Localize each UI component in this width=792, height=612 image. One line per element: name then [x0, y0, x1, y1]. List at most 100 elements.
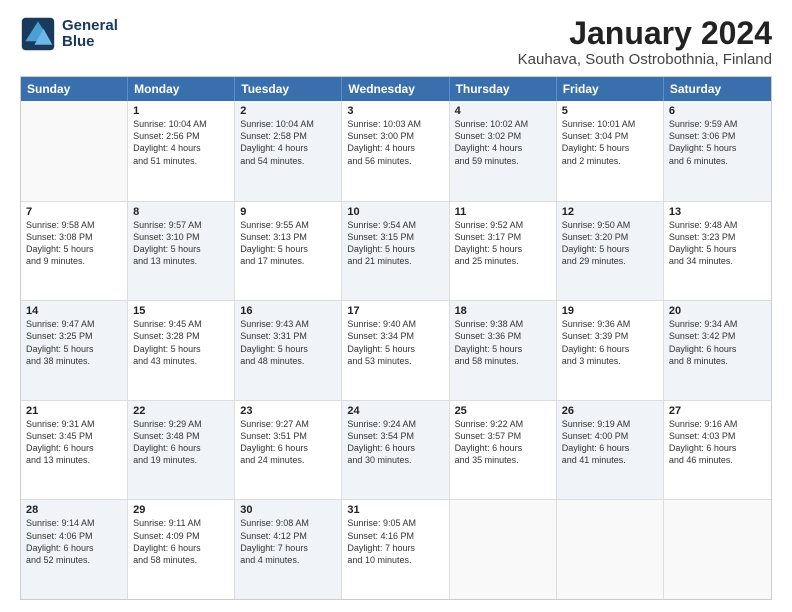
day-number: 10: [347, 206, 443, 218]
header-day-saturday: Saturday: [664, 77, 771, 101]
day-number: 16: [240, 305, 336, 317]
header-day-friday: Friday: [557, 77, 664, 101]
cell-info: Sunrise: 10:04 AM Sunset: 2:58 PM Daylig…: [240, 118, 336, 167]
calendar-cell: 12Sunrise: 9:50 AM Sunset: 3:20 PM Dayli…: [557, 202, 664, 301]
cell-info: Sunrise: 9:45 AM Sunset: 3:28 PM Dayligh…: [133, 318, 229, 367]
calendar-cell: 21Sunrise: 9:31 AM Sunset: 3:45 PM Dayli…: [21, 401, 128, 500]
calendar-cell: 15Sunrise: 9:45 AM Sunset: 3:28 PM Dayli…: [128, 301, 235, 400]
calendar-cell: [557, 500, 664, 599]
cell-info: Sunrise: 9:16 AM Sunset: 4:03 PM Dayligh…: [669, 418, 766, 467]
header-day-tuesday: Tuesday: [235, 77, 342, 101]
calendar-cell: 14Sunrise: 9:47 AM Sunset: 3:25 PM Dayli…: [21, 301, 128, 400]
cell-info: Sunrise: 9:27 AM Sunset: 3:51 PM Dayligh…: [240, 418, 336, 467]
calendar-row-0: 1Sunrise: 10:04 AM Sunset: 2:56 PM Dayli…: [21, 101, 771, 201]
cell-info: Sunrise: 9:54 AM Sunset: 3:15 PM Dayligh…: [347, 219, 443, 268]
day-number: 8: [133, 206, 229, 218]
day-number: 5: [562, 105, 658, 117]
cell-info: Sunrise: 9:29 AM Sunset: 3:48 PM Dayligh…: [133, 418, 229, 467]
cell-info: Sunrise: 10:04 AM Sunset: 2:56 PM Daylig…: [133, 118, 229, 167]
cell-info: Sunrise: 9:57 AM Sunset: 3:10 PM Dayligh…: [133, 219, 229, 268]
calendar-cell: 30Sunrise: 9:08 AM Sunset: 4:12 PM Dayli…: [235, 500, 342, 599]
day-number: 7: [26, 206, 122, 218]
calendar-cell: 18Sunrise: 9:38 AM Sunset: 3:36 PM Dayli…: [450, 301, 557, 400]
cell-info: Sunrise: 9:50 AM Sunset: 3:20 PM Dayligh…: [562, 219, 658, 268]
calendar-body: 1Sunrise: 10:04 AM Sunset: 2:56 PM Dayli…: [21, 101, 771, 599]
calendar-cell: 28Sunrise: 9:14 AM Sunset: 4:06 PM Dayli…: [21, 500, 128, 599]
day-number: 1: [133, 105, 229, 117]
calendar-cell: 2Sunrise: 10:04 AM Sunset: 2:58 PM Dayli…: [235, 101, 342, 201]
calendar-cell: 13Sunrise: 9:48 AM Sunset: 3:23 PM Dayli…: [664, 202, 771, 301]
day-number: 3: [347, 105, 443, 117]
day-number: 29: [133, 504, 229, 516]
day-number: 19: [562, 305, 658, 317]
cell-info: Sunrise: 9:40 AM Sunset: 3:34 PM Dayligh…: [347, 318, 443, 367]
cell-info: Sunrise: 10:03 AM Sunset: 3:00 PM Daylig…: [347, 118, 443, 167]
cell-info: Sunrise: 9:38 AM Sunset: 3:36 PM Dayligh…: [455, 318, 551, 367]
cell-info: Sunrise: 9:43 AM Sunset: 3:31 PM Dayligh…: [240, 318, 336, 367]
calendar: SundayMondayTuesdayWednesdayThursdayFrid…: [20, 76, 772, 600]
cell-info: Sunrise: 9:48 AM Sunset: 3:23 PM Dayligh…: [669, 219, 766, 268]
cell-info: Sunrise: 9:34 AM Sunset: 3:42 PM Dayligh…: [669, 318, 766, 367]
day-number: 18: [455, 305, 551, 317]
cell-info: Sunrise: 10:01 AM Sunset: 3:04 PM Daylig…: [562, 118, 658, 167]
cell-info: Sunrise: 9:19 AM Sunset: 4:00 PM Dayligh…: [562, 418, 658, 467]
calendar-cell: 3Sunrise: 10:03 AM Sunset: 3:00 PM Dayli…: [342, 101, 449, 201]
cell-info: Sunrise: 9:14 AM Sunset: 4:06 PM Dayligh…: [26, 517, 122, 566]
subtitle: Kauhava, South Ostrobothnia, Finland: [518, 51, 772, 68]
title-area: January 2024 Kauhava, South Ostrobothnia…: [518, 16, 772, 68]
day-number: 14: [26, 305, 122, 317]
calendar-cell: [450, 500, 557, 599]
cell-info: Sunrise: 9:05 AM Sunset: 4:16 PM Dayligh…: [347, 517, 443, 566]
logo: General Blue: [20, 16, 118, 52]
day-number: 4: [455, 105, 551, 117]
cell-info: Sunrise: 9:58 AM Sunset: 3:08 PM Dayligh…: [26, 219, 122, 268]
main-title: January 2024: [518, 16, 772, 51]
calendar-cell: 9Sunrise: 9:55 AM Sunset: 3:13 PM Daylig…: [235, 202, 342, 301]
calendar-cell: 26Sunrise: 9:19 AM Sunset: 4:00 PM Dayli…: [557, 401, 664, 500]
calendar-cell: 17Sunrise: 9:40 AM Sunset: 3:34 PM Dayli…: [342, 301, 449, 400]
calendar-cell: 8Sunrise: 9:57 AM Sunset: 3:10 PM Daylig…: [128, 202, 235, 301]
day-number: 27: [669, 405, 766, 417]
calendar-cell: [21, 101, 128, 201]
day-number: 2: [240, 105, 336, 117]
day-number: 17: [347, 305, 443, 317]
cell-info: Sunrise: 9:36 AM Sunset: 3:39 PM Dayligh…: [562, 318, 658, 367]
day-number: 6: [669, 105, 766, 117]
day-number: 22: [133, 405, 229, 417]
calendar-cell: 27Sunrise: 9:16 AM Sunset: 4:03 PM Dayli…: [664, 401, 771, 500]
page: General Blue January 2024 Kauhava, South…: [0, 0, 792, 612]
logo-icon: [20, 16, 56, 52]
day-number: 9: [240, 206, 336, 218]
calendar-cell: 24Sunrise: 9:24 AM Sunset: 3:54 PM Dayli…: [342, 401, 449, 500]
day-number: 20: [669, 305, 766, 317]
day-number: 30: [240, 504, 336, 516]
day-number: 12: [562, 206, 658, 218]
cell-info: Sunrise: 9:24 AM Sunset: 3:54 PM Dayligh…: [347, 418, 443, 467]
cell-info: Sunrise: 9:08 AM Sunset: 4:12 PM Dayligh…: [240, 517, 336, 566]
calendar-row-3: 21Sunrise: 9:31 AM Sunset: 3:45 PM Dayli…: [21, 400, 771, 500]
header-day-wednesday: Wednesday: [342, 77, 449, 101]
calendar-cell: 29Sunrise: 9:11 AM Sunset: 4:09 PM Dayli…: [128, 500, 235, 599]
calendar-row-4: 28Sunrise: 9:14 AM Sunset: 4:06 PM Dayli…: [21, 499, 771, 599]
day-number: 23: [240, 405, 336, 417]
logo-text: General Blue: [62, 18, 118, 51]
calendar-cell: 11Sunrise: 9:52 AM Sunset: 3:17 PM Dayli…: [450, 202, 557, 301]
header-day-sunday: Sunday: [21, 77, 128, 101]
calendar-cell: 31Sunrise: 9:05 AM Sunset: 4:16 PM Dayli…: [342, 500, 449, 599]
cell-info: Sunrise: 9:31 AM Sunset: 3:45 PM Dayligh…: [26, 418, 122, 467]
header-day-monday: Monday: [128, 77, 235, 101]
day-number: 11: [455, 206, 551, 218]
day-number: 15: [133, 305, 229, 317]
calendar-row-2: 14Sunrise: 9:47 AM Sunset: 3:25 PM Dayli…: [21, 300, 771, 400]
cell-info: Sunrise: 9:55 AM Sunset: 3:13 PM Dayligh…: [240, 219, 336, 268]
day-number: 28: [26, 504, 122, 516]
calendar-cell: 1Sunrise: 10:04 AM Sunset: 2:56 PM Dayli…: [128, 101, 235, 201]
cell-info: Sunrise: 9:11 AM Sunset: 4:09 PM Dayligh…: [133, 517, 229, 566]
day-number: 26: [562, 405, 658, 417]
calendar-cell: 20Sunrise: 9:34 AM Sunset: 3:42 PM Dayli…: [664, 301, 771, 400]
logo-line2: Blue: [62, 34, 118, 51]
cell-info: Sunrise: 9:22 AM Sunset: 3:57 PM Dayligh…: [455, 418, 551, 467]
calendar-cell: 7Sunrise: 9:58 AM Sunset: 3:08 PM Daylig…: [21, 202, 128, 301]
calendar-cell: [664, 500, 771, 599]
cell-info: Sunrise: 10:02 AM Sunset: 3:02 PM Daylig…: [455, 118, 551, 167]
